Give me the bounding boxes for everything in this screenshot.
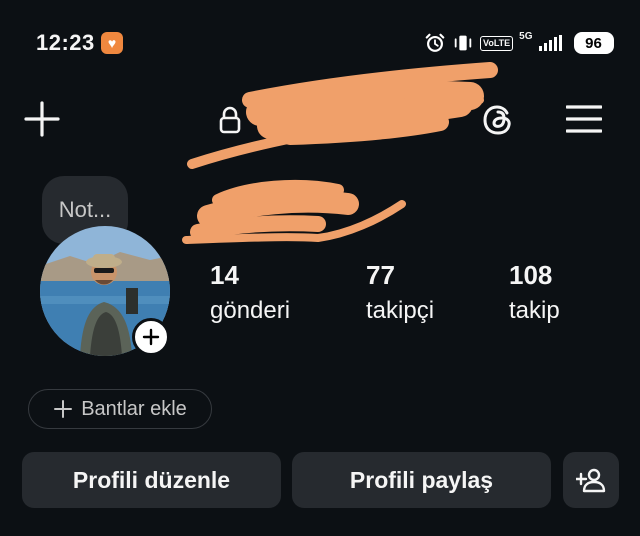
- discover-people-button[interactable]: [563, 452, 619, 508]
- plus-icon: [142, 328, 160, 346]
- stat-followers[interactable]: 77 takipçi: [366, 260, 434, 325]
- stat-followers-label: takipçi: [366, 297, 435, 324]
- redaction-scribble-username: [187, 62, 498, 169]
- stat-following-label: takip: [509, 297, 560, 324]
- stat-following-value: 108: [509, 260, 553, 290]
- signal-icon: [538, 35, 562, 51]
- add-story-button[interactable]: [132, 318, 170, 356]
- vibrate-icon: [454, 35, 472, 51]
- status-icons: VoLTE 5G 96: [424, 30, 614, 56]
- battery-level: 96: [573, 32, 614, 54]
- status-time: 12:23: [36, 30, 95, 55]
- network-type: 5G: [519, 31, 533, 42]
- edit-profile-button[interactable]: Profili düzenle: [22, 452, 281, 508]
- alarm-icon: [425, 33, 445, 52]
- stat-posts-value: 14: [210, 260, 239, 290]
- stat-following[interactable]: 108 takip: [509, 260, 560, 325]
- hamburger-menu-icon[interactable]: [566, 104, 602, 134]
- redaction-scribble-name: [182, 179, 406, 244]
- stat-followers-value: 77: [366, 260, 395, 290]
- add-person-icon: [576, 468, 606, 493]
- volte-badge: VoLTE: [480, 35, 514, 51]
- stat-posts-label: gönderi: [210, 297, 291, 324]
- stat-posts[interactable]: 14 gönderi: [210, 260, 290, 325]
- share-profile-button[interactable]: Profili paylaş: [292, 452, 551, 508]
- heart-app-icon: ♥: [101, 32, 123, 54]
- plus-icon[interactable]: [24, 101, 60, 137]
- add-badges-label: Bantlar ekle: [81, 397, 187, 420]
- plus-icon: [54, 400, 73, 418]
- add-badges-chip[interactable]: Bantlar ekle: [28, 389, 212, 429]
